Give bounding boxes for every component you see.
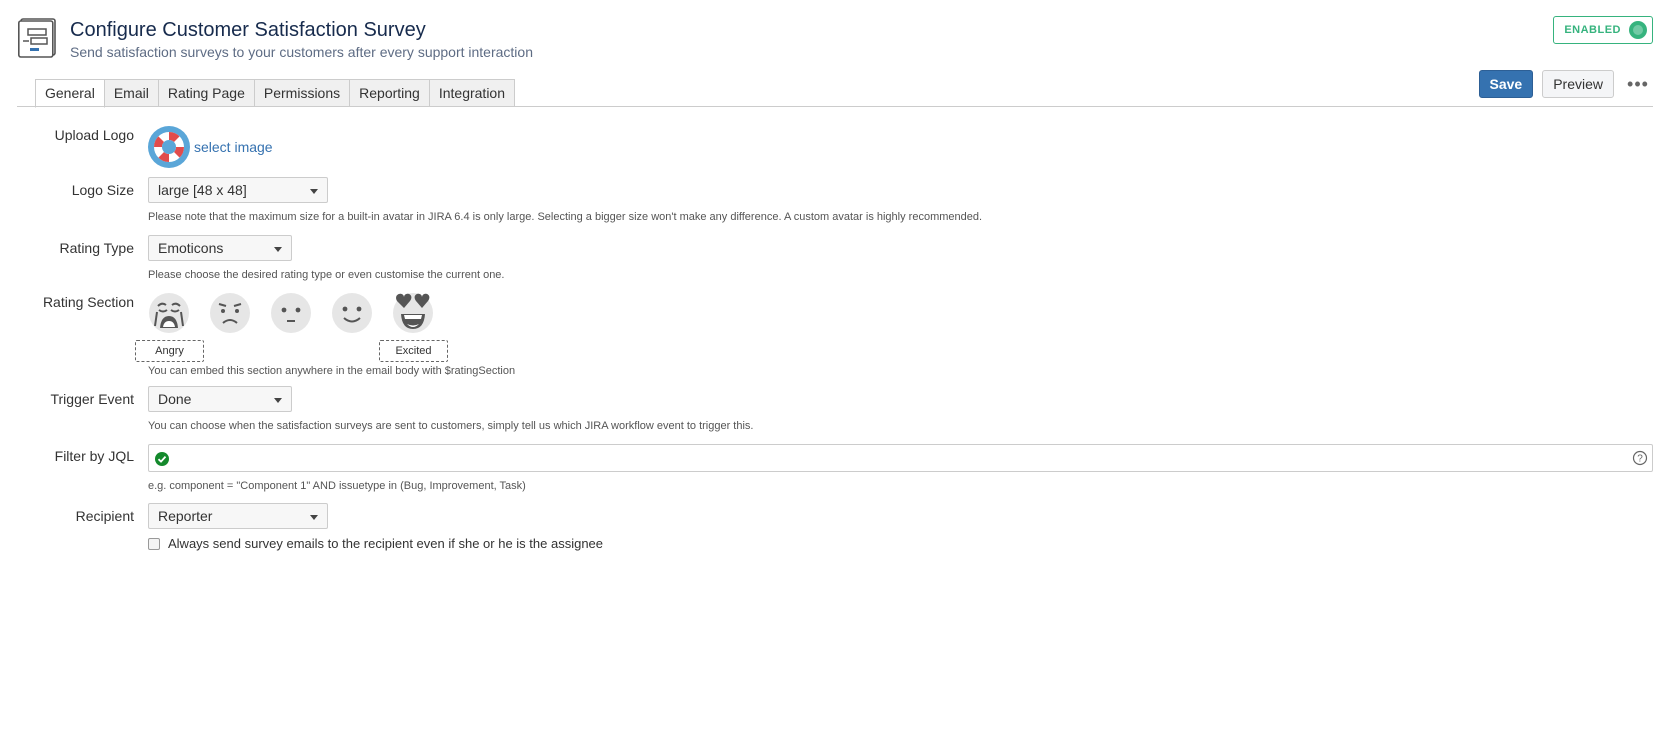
tab-bar: General Email Rating Page Permissions Re… [35, 79, 516, 108]
smiling-face-icon[interactable] [331, 292, 373, 334]
recipient-select[interactable]: Reporter [148, 503, 328, 529]
tab-integration[interactable]: Integration [429, 79, 516, 107]
logo-size-help: Please note that the maximum size for a … [148, 211, 983, 223]
trigger-event-select[interactable]: Done [148, 386, 292, 412]
chevron-down-icon [274, 398, 282, 403]
rating-type-value: Emoticons [158, 240, 224, 256]
rating-type-select[interactable]: Emoticons [148, 235, 292, 261]
toggle-knob-icon [1629, 21, 1647, 39]
tab-email[interactable]: Email [104, 79, 159, 107]
page-title: Configure Customer Satisfaction Survey [70, 19, 426, 41]
heart-eyes-face-icon[interactable] [392, 292, 434, 334]
jql-input[interactable]: ? [148, 444, 1653, 472]
select-image-link[interactable]: select image [194, 139, 273, 155]
tab-general[interactable]: General [35, 79, 105, 108]
lifebuoy-icon[interactable] [148, 126, 190, 168]
valid-check-icon [155, 452, 169, 466]
filter-jql-help: e.g. component = "Component 1" AND issue… [148, 480, 526, 492]
logo-size-label: Logo Size [71, 182, 134, 198]
upload-logo-label: Upload Logo [54, 127, 134, 143]
filter-jql-label: Filter by JQL [54, 448, 134, 464]
trigger-event-label: Trigger Event [50, 391, 134, 407]
logo-upload: select image [148, 126, 273, 168]
tab-reporting[interactable]: Reporting [350, 79, 430, 107]
chevron-down-icon [274, 247, 282, 252]
recipient-label: Recipient [75, 508, 134, 524]
logo-size-value: large [48 x 48] [158, 182, 247, 198]
rating-section-label: Rating Section [42, 294, 134, 310]
page-subtitle: Send satisfaction surveys to your custom… [70, 44, 533, 60]
recipient-value: Reporter [158, 508, 213, 524]
preview-button[interactable]: Preview [1542, 70, 1614, 98]
trigger-event-help: You can choose when the satisfaction sur… [148, 420, 754, 432]
survey-form-icon [18, 18, 56, 58]
help-icon[interactable]: ? [1632, 450, 1648, 466]
assignee-checkbox[interactable] [148, 537, 160, 550]
rating-type-label: Rating Type [59, 240, 134, 256]
rating-type-help: Please choose the desired rating type or… [148, 269, 505, 281]
tab-divider [17, 106, 1653, 107]
enabled-toggle[interactable]: ENABLED [1553, 16, 1653, 44]
trigger-event-value: Done [158, 391, 192, 407]
logo-size-select[interactable]: large [48 x 48] [148, 177, 328, 203]
chevron-down-icon [310, 515, 318, 520]
sad-face-icon[interactable] [209, 292, 251, 334]
rating-section-help: You can embed this section anywhere in t… [148, 365, 516, 377]
svg-text:?: ? [1637, 454, 1643, 465]
crying-face-icon[interactable] [148, 292, 190, 334]
assignee-checkbox-label[interactable]: Always send survey emails to the recipie… [168, 536, 603, 551]
enabled-status-label: ENABLED [1564, 24, 1621, 36]
tab-permissions[interactable]: Permissions [254, 79, 351, 107]
toolbar: Save Preview ••• [1478, 70, 1654, 98]
neutral-face-icon[interactable] [270, 292, 312, 334]
save-button[interactable]: Save [1478, 70, 1534, 98]
rating-low-label[interactable]: Angry [135, 340, 204, 362]
assignee-checkbox-row: Always send survey emails to the recipie… [148, 536, 603, 551]
rating-high-label[interactable]: Excited [379, 340, 448, 362]
tab-rating-page[interactable]: Rating Page [158, 79, 255, 107]
more-actions-icon[interactable]: ••• [1623, 71, 1653, 97]
chevron-down-icon [310, 189, 318, 194]
